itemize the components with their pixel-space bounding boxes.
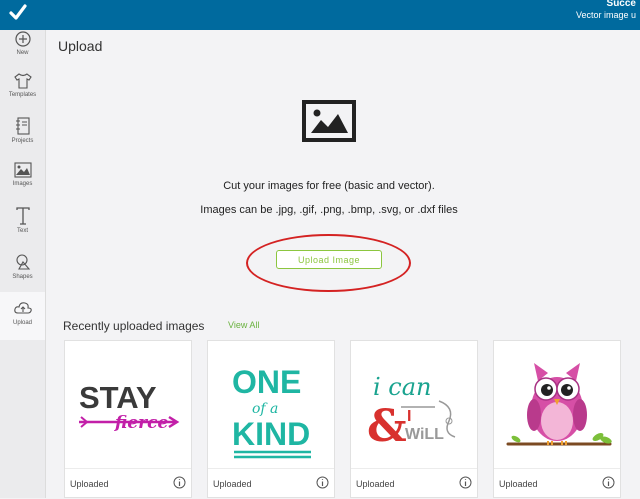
image-card[interactable]: i can & I WiLL Uploaded bbox=[350, 340, 478, 498]
art-text: I bbox=[407, 408, 411, 425]
image-card[interactable]: Uploaded bbox=[493, 340, 621, 498]
card-footer: Uploaded bbox=[351, 468, 477, 499]
card-footer: Uploaded bbox=[208, 468, 334, 499]
sidebar-item-images[interactable]: Images bbox=[0, 161, 45, 205]
checkmark-icon bbox=[9, 4, 27, 20]
info-icon[interactable] bbox=[316, 476, 329, 489]
art-text: of a bbox=[252, 401, 278, 417]
plus-circle-icon bbox=[14, 31, 31, 47]
sidebar-item-templates[interactable]: Templates bbox=[0, 72, 45, 116]
sidebar-item-label: New bbox=[16, 50, 29, 56]
top-bar: Succe Vector image u bbox=[0, 0, 640, 30]
card-status: Uploaded bbox=[356, 479, 395, 489]
sidebar-item-label: Shapes bbox=[12, 274, 33, 280]
art-text: KIND bbox=[232, 416, 310, 452]
image-thumbnail: i can & I WiLL bbox=[367, 373, 456, 452]
art-text: fierce bbox=[114, 413, 168, 433]
art-text: & bbox=[367, 401, 407, 452]
sidebar-item-new[interactable]: New bbox=[0, 30, 45, 74]
card-status: Uploaded bbox=[213, 479, 252, 489]
image-card[interactable]: STAY fierce Uploaded bbox=[64, 340, 192, 498]
tshirt-icon bbox=[13, 73, 32, 89]
supported-formats: Images can be .jpg, .gif, .png, .bmp, .s… bbox=[200, 204, 458, 216]
sidebar-item-projects[interactable]: Projects bbox=[0, 116, 45, 160]
sidebar-item-label: Upload bbox=[12, 320, 32, 326]
text-icon bbox=[15, 207, 30, 225]
image-thumbnail: ONE of a KIND bbox=[232, 364, 311, 459]
card-status: Uploaded bbox=[70, 479, 109, 489]
sidebar-item-upload[interactable]: Upload bbox=[0, 292, 45, 340]
card-status: Uploaded bbox=[499, 479, 538, 489]
cloud-upload-icon bbox=[13, 302, 32, 314]
art-text: STAY bbox=[79, 380, 157, 415]
card-footer: Uploaded bbox=[65, 468, 191, 499]
sidebar-item-label: Text bbox=[16, 228, 28, 234]
sidebar-item-shapes[interactable]: Shapes bbox=[0, 252, 45, 296]
image-icon bbox=[302, 100, 356, 142]
page-title: Upload bbox=[58, 38, 103, 54]
owl-image bbox=[506, 363, 612, 446]
view-all-link[interactable]: View All bbox=[228, 320, 259, 330]
image-thumbnail: STAY fierce bbox=[79, 380, 180, 433]
sidebar-item-label: Projects bbox=[11, 138, 34, 144]
info-icon[interactable] bbox=[173, 476, 186, 489]
shapes-icon bbox=[15, 254, 30, 270]
art-text: WiLL bbox=[405, 426, 444, 443]
info-icon[interactable] bbox=[602, 476, 615, 489]
sidebar: New Templates Projects Images Text Shape… bbox=[0, 30, 46, 498]
image-icon bbox=[13, 162, 32, 178]
sidebar-item-label: Templates bbox=[8, 92, 37, 98]
toast-title: Succe bbox=[606, 0, 636, 9]
sidebar-item-text[interactable]: Text bbox=[0, 206, 45, 250]
sidebar-item-label: Images bbox=[12, 181, 33, 187]
art-text: ONE bbox=[232, 364, 301, 400]
info-icon[interactable] bbox=[459, 476, 472, 489]
toast-message: Vector image u bbox=[575, 10, 636, 20]
upload-instructions: Cut your images for free (basic and vect… bbox=[223, 180, 435, 192]
recent-images-title: Recently uploaded images bbox=[63, 319, 205, 333]
notebook-icon bbox=[15, 117, 30, 135]
card-footer: Uploaded bbox=[494, 468, 620, 499]
main-content: Upload Cut your images for free (basic a… bbox=[46, 30, 640, 498]
annotation-ellipse bbox=[246, 234, 411, 292]
art-text: i can bbox=[373, 373, 432, 401]
image-card[interactable]: ONE of a KIND Uploaded bbox=[207, 340, 335, 498]
